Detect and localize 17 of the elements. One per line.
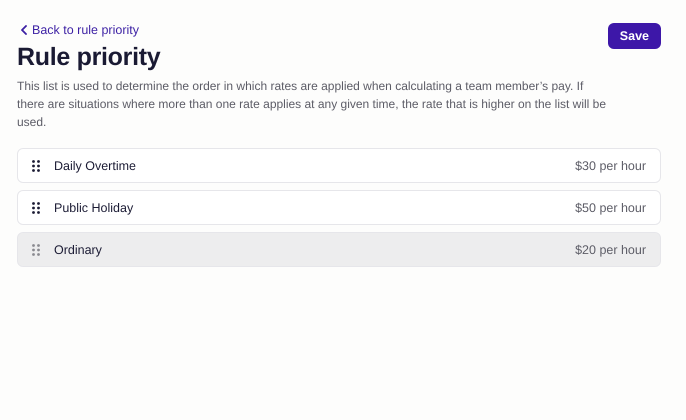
rule-name: Public Holiday (54, 200, 134, 214)
rule-rate: $30 per hour (575, 158, 646, 172)
save-button[interactable]: Save (608, 23, 661, 49)
page-title: Rule priority (17, 43, 160, 72)
rule-row[interactable]: Public Holiday $50 per hour (17, 190, 661, 225)
rule-row[interactable]: Daily Overtime $30 per hour (17, 148, 661, 183)
drag-handle-icon[interactable] (32, 160, 40, 172)
rule-name: Ordinary (54, 242, 103, 256)
rule-rate: $20 per hour (575, 242, 646, 256)
rule-rate: $50 per hour (575, 200, 646, 214)
drag-handle-icon[interactable] (32, 202, 40, 214)
description-text: This list is used to determine the order in which rates are applied when calculating a team member’s pay. If there are situations where more than one rate applies at any given time, the rate that is higher on the list will be used. (17, 78, 607, 131)
rule-name: Daily Overtime (54, 158, 137, 172)
chevron-left-icon (21, 25, 27, 35)
back-link[interactable]: Back to rule priority (21, 23, 139, 37)
rule-row[interactable]: Ordinary $20 per hour (17, 232, 661, 267)
drag-handle-icon[interactable] (32, 244, 40, 256)
